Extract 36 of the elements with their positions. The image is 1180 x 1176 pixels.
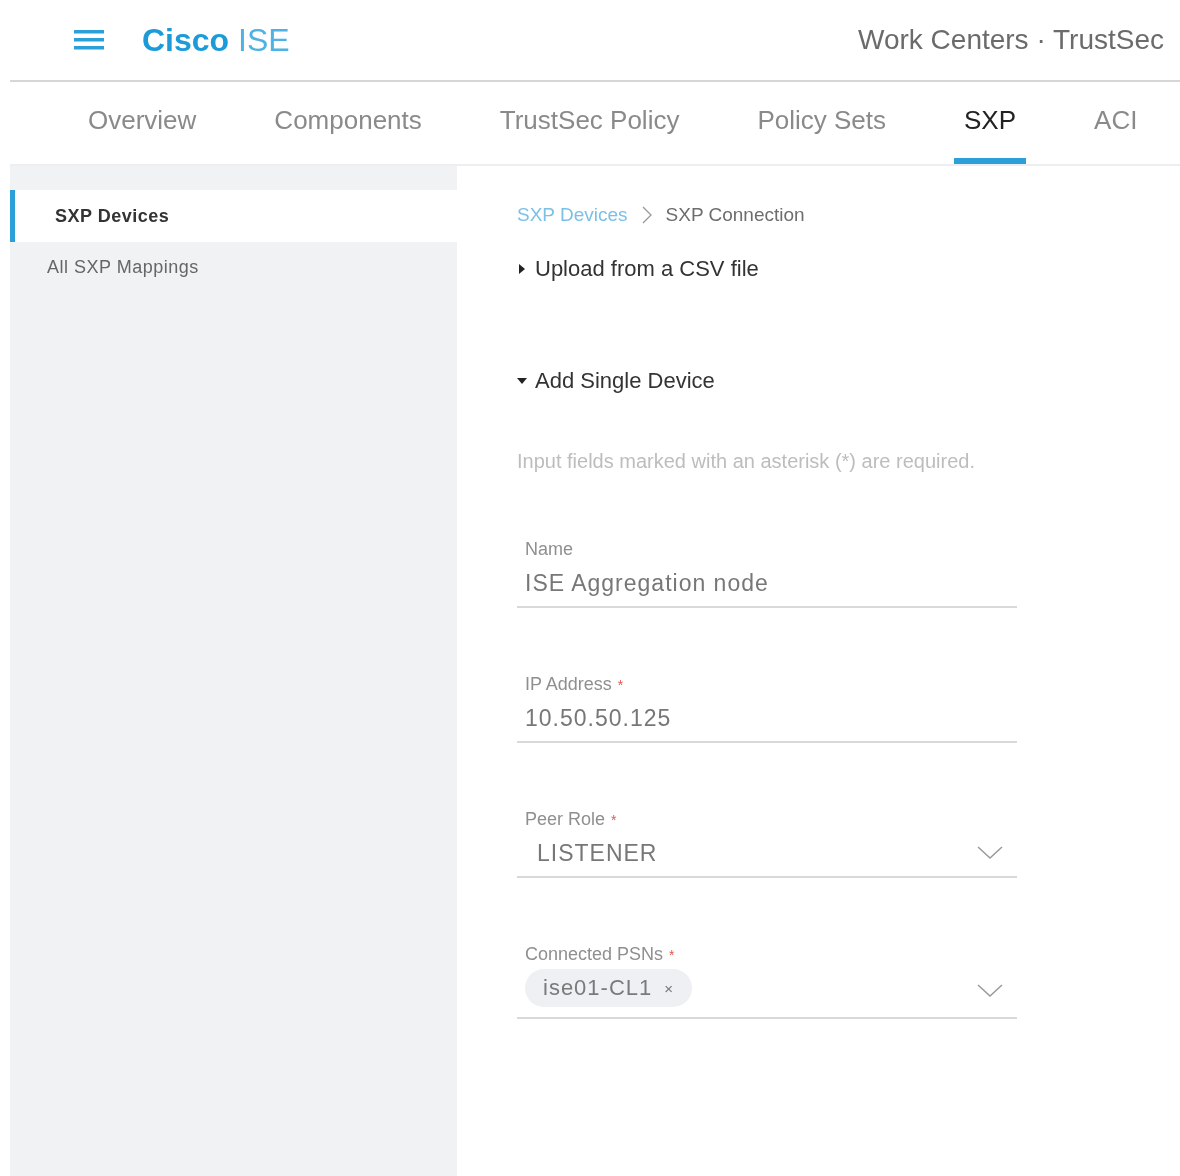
product-logo: Cisco ISE — [142, 21, 290, 59]
field-value: 10.50.50.125 — [525, 704, 672, 732]
select-field[interactable]: Connected PSNs * ise01-CL1 × — [517, 934, 1017, 1019]
field-label: IP Address — [525, 674, 612, 694]
section-title[interactable]: Upload from a CSV file — [535, 256, 759, 282]
field-label: Name — [525, 539, 573, 559]
sidebar-item[interactable]: All SXP Mappings — [10, 242, 457, 292]
nav-tab[interactable]: Components — [264, 82, 432, 164]
required-mark: * — [611, 812, 617, 828]
page-context: Work Centers · TrustSec — [858, 24, 1164, 56]
breadcrumb-current: SXP Connection — [665, 204, 805, 226]
sidebar-item[interactable]: SXP Devices — [10, 190, 457, 242]
remove-icon[interactable]: × — [664, 979, 675, 997]
nav-tab[interactable]: Overview — [78, 82, 207, 164]
required-mark: * — [617, 677, 624, 693]
chevron-down-icon[interactable] — [977, 984, 1003, 998]
required-hint: Input fields marked with an asterisk (*) are required. — [517, 450, 976, 473]
nav-tab[interactable]: ACI — [1084, 82, 1148, 164]
chevron-down-icon[interactable] — [977, 846, 1003, 860]
input-field[interactable]: Name ISE Aggregation node — [517, 529, 1017, 608]
nav-tab[interactable]: Policy Sets — [747, 82, 897, 164]
select-field[interactable]: Peer Role * LISTENER — [517, 799, 1017, 878]
caret-down-icon[interactable] — [517, 376, 527, 386]
menu-icon[interactable] — [74, 30, 104, 50]
section-title[interactable]: Add Single Device — [535, 368, 715, 394]
field-label: Peer Role — [525, 809, 606, 829]
caret-right-icon[interactable] — [517, 264, 527, 274]
field-label: Connected PSNs — [525, 944, 664, 964]
required-mark: * — [669, 947, 675, 963]
input-field[interactable]: IP Address * 10.50.50.125 — [517, 664, 1017, 743]
chevron-right-icon — [641, 206, 652, 224]
field-value: ISE Aggregation node — [525, 569, 769, 597]
chip-label: ise01-CL1 — [543, 975, 653, 1001]
nav-tab[interactable]: TrustSec Policy — [489, 82, 690, 164]
field-value: LISTENER — [536, 839, 658, 867]
nav-tab[interactable]: SXP — [954, 82, 1027, 164]
